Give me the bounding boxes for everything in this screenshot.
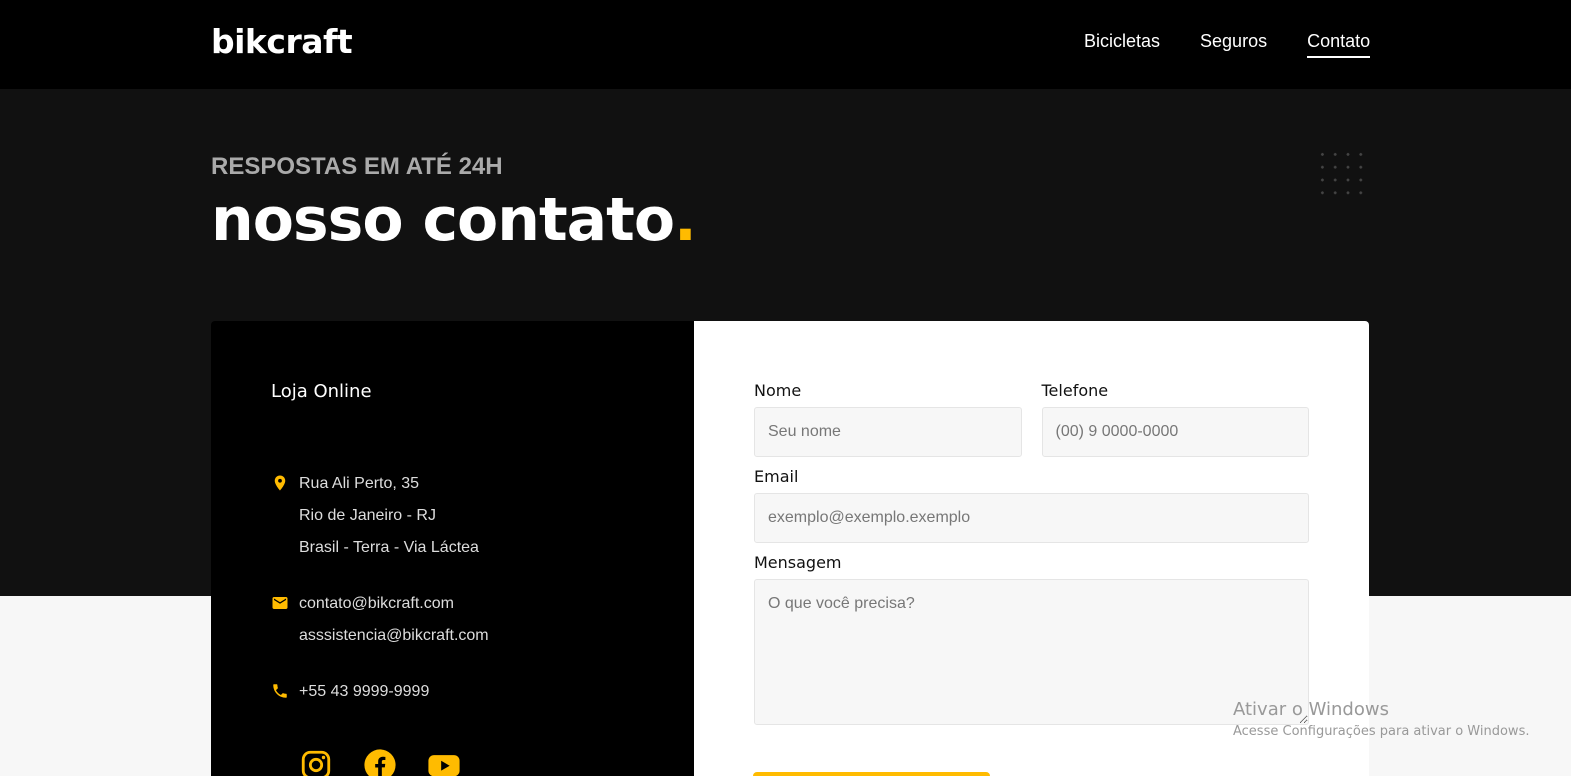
windows-activation-watermark: Ativar o Windows Acesse Configurações pa… [1233,699,1529,739]
phone-block: +55 43 9999-9999 [271,676,694,708]
email-input[interactable] [754,493,1309,543]
nav-link-contato[interactable]: Contato [1307,31,1371,58]
facebook-icon[interactable] [363,748,397,776]
nome-input[interactable] [754,407,1022,457]
store-info-heading: Loja Online [271,381,372,402]
hero-eyebrow: RESPOSTAS EM ATÉ 24H [211,153,503,180]
store-info-panel: Loja Online Rua Ali Perto, 35 Rio de Jan… [211,321,694,776]
submit-button[interactable] [753,772,990,776]
telefone-label: Telefone [1041,381,1109,400]
watermark-line-1: Ativar o Windows [1233,699,1389,720]
location-pin-icon [274,475,286,491]
email-block: contato@bikcraft.com asssistencia@bikcra… [271,588,694,652]
nome-field-group: Nome [754,381,1022,457]
logo[interactable]: bikcraft [211,22,353,61]
nav-link-seguros[interactable]: Seguros [1200,31,1267,58]
site-header: bikcraft Bicicletas Seguros Contato [0,0,1571,89]
phone-icon [273,684,287,698]
address-line-1: Rua Ali Perto, 35 [299,475,420,492]
email-contato[interactable]: contato@bikcraft.com [299,588,489,620]
main-nav: Bicicletas Seguros Contato [1084,31,1371,58]
address-line-3: Brasil - Terra - Via Láctea [299,539,479,556]
address-block: Rua Ali Perto, 35 Rio de Janeiro - RJ Br… [271,468,694,564]
mensagem-textarea[interactable] [754,579,1309,725]
address-line-2: Rio de Janeiro - RJ [299,507,436,524]
telefone-field-group: Telefone [1041,381,1309,457]
email-field-group: Email [754,467,1309,543]
email-assistencia[interactable]: asssistencia@bikcraft.com [299,620,489,652]
mensagem-field-group: Mensagem [754,553,1309,730]
mensagem-label: Mensagem [754,553,842,572]
nav-link-bicicletas[interactable]: Bicicletas [1084,31,1160,58]
page-title: nosso contato. [211,185,697,255]
email-label: Email [754,467,799,486]
page-title-text: nosso contato [211,185,675,255]
phone-number[interactable]: +55 43 9999-9999 [299,676,429,708]
youtube-icon[interactable] [427,748,461,776]
mail-icon [272,597,288,609]
dot-grid-decoration [1316,148,1372,204]
instagram-icon[interactable] [299,748,333,776]
telefone-input[interactable] [1041,407,1309,457]
contact-card: Loja Online Rua Ali Perto, 35 Rio de Jan… [211,321,1369,776]
social-links [299,748,694,776]
watermark-line-2: Acesse Configurações para ativar o Windo… [1233,724,1530,739]
title-accent-dot: . [674,185,697,255]
nome-label: Nome [754,381,802,400]
